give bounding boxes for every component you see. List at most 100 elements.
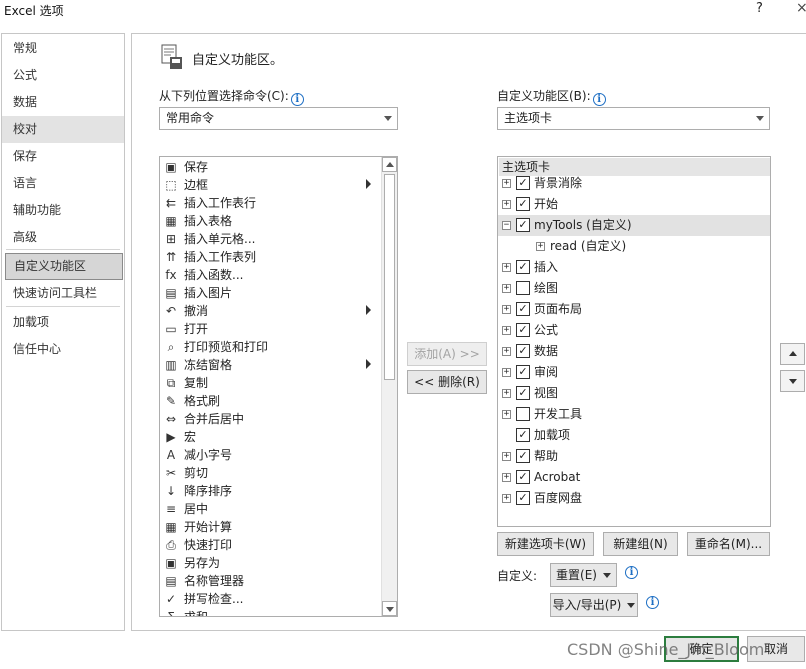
tab-checkbox[interactable] <box>516 407 530 421</box>
add-button[interactable]: 添加(A) >> <box>407 342 487 366</box>
ribbon-tab-item[interactable]: + 绘图 <box>498 278 770 299</box>
scroll-down-icon[interactable] <box>382 601 397 616</box>
tab-checkbox[interactable]: ✓ <box>516 365 530 379</box>
command-item[interactable]: ≡ 居中 <box>160 500 382 518</box>
expand-icon[interactable]: + <box>502 179 511 188</box>
command-item[interactable]: ▦ 开始计算 <box>160 518 382 536</box>
nav-item[interactable]: 数据 <box>2 89 124 116</box>
command-item[interactable]: fx 插入函数... <box>160 266 382 284</box>
info-icon[interactable]: i <box>646 596 659 609</box>
tab-checkbox[interactable]: ✓ <box>516 386 530 400</box>
expand-icon[interactable]: + <box>502 410 511 419</box>
command-item[interactable]: A 减小字号 <box>160 446 382 464</box>
ribbon-tab-item[interactable]: + ✓ 视图 <box>498 383 770 404</box>
command-item[interactable]: ⇇ 插入工作表行 <box>160 194 382 212</box>
ribbon-tab-item[interactable]: + ✓ 百度网盘 <box>498 488 770 509</box>
ribbon-tab-item[interactable]: + ✓ 公式 <box>498 320 770 341</box>
expand-icon[interactable]: + <box>502 494 511 503</box>
expand-icon[interactable]: + <box>502 452 511 461</box>
reset-dropdown-button[interactable]: 重置(E) <box>550 563 617 587</box>
tab-checkbox[interactable]: ✓ <box>516 302 530 316</box>
expand-icon[interactable]: + <box>502 284 511 293</box>
command-item[interactable]: ✎ 格式刷 <box>160 392 382 410</box>
command-item[interactable]: ✂ 剪切 <box>160 464 382 482</box>
expand-icon[interactable]: + <box>536 242 545 251</box>
expand-icon[interactable]: + <box>502 305 511 314</box>
ribbon-tab-item[interactable]: + ✓ 开始 <box>498 194 770 215</box>
tab-checkbox[interactable]: ✓ <box>516 449 530 463</box>
tab-checkbox[interactable]: ✓ <box>516 176 530 190</box>
command-item[interactable]: ⊞ 插入单元格... <box>160 230 382 248</box>
nav-item[interactable]: 保存 <box>2 143 124 170</box>
nav-item[interactable]: 语言 <box>2 170 124 197</box>
command-item[interactable]: ▶ 宏 <box>160 428 382 446</box>
nav-item[interactable]: 常规 <box>2 35 124 62</box>
tab-checkbox[interactable]: ✓ <box>516 428 530 442</box>
tab-checkbox[interactable] <box>516 281 530 295</box>
commands-list[interactable]: ▣ 保存 ⬚ 边框 ⇇ 插入工作表行 ▦ 插入表格 ⊞ 插入单元格... ⇈ 插入工作表列 fx 插入函数… <box>159 156 398 617</box>
command-item[interactable]: ⇔ 合并后居中 <box>160 410 382 428</box>
nav-item[interactable]: 快速访问工具栏 <box>2 280 124 307</box>
nav-item[interactable]: 辅助功能 <box>2 197 124 224</box>
command-item[interactable]: ⬚ 边框 <box>160 176 382 194</box>
tab-checkbox[interactable]: ✓ <box>516 344 530 358</box>
expand-icon[interactable]: + <box>502 347 511 356</box>
nav-item[interactable]: 加载项 <box>2 309 124 336</box>
command-item[interactable]: ✓ 拼写检查... <box>160 590 382 608</box>
command-item[interactable]: ↶ 撤消 <box>160 302 382 320</box>
command-item[interactable]: ⧉ 复制 <box>160 374 382 392</box>
ribbon-tab-item[interactable]: + ✓ 背景消除 <box>498 173 770 194</box>
command-item[interactable]: Σ 求和 <box>160 608 382 616</box>
commands-scrollbar[interactable] <box>381 157 397 616</box>
tab-checkbox[interactable]: ✓ <box>516 491 530 505</box>
ribbon-tabs-dropdown[interactable]: 主选项卡 <box>497 107 770 130</box>
tab-checkbox[interactable]: ✓ <box>516 323 530 337</box>
expand-icon[interactable]: + <box>502 263 511 272</box>
ribbon-tab-item[interactable]: + 开发工具 <box>498 404 770 425</box>
command-item[interactable]: ▣ 另存为 <box>160 554 382 572</box>
nav-item[interactable]: 校对 <box>2 116 124 143</box>
nav-item[interactable]: 高级 <box>2 224 124 251</box>
command-item[interactable]: ⌕ 打印预览和打印 <box>160 338 382 356</box>
expand-icon[interactable]: + <box>502 326 511 335</box>
move-up-button[interactable] <box>780 343 805 365</box>
scroll-thumb[interactable] <box>384 174 395 380</box>
command-item[interactable]: ▥ 冻结窗格 <box>160 356 382 374</box>
ribbon-tab-item[interactable]: ✓ 加载项 <box>498 425 770 446</box>
new-group-button[interactable]: 新建组(N) <box>603 532 678 556</box>
expand-icon[interactable]: + <box>502 389 511 398</box>
command-item[interactable]: ↓ 降序排序 <box>160 482 382 500</box>
info-icon[interactable]: i <box>290 93 304 106</box>
collapse-icon[interactable]: − <box>502 221 511 230</box>
ribbon-tab-item[interactable]: + ✓ Acrobat <box>498 467 770 488</box>
tab-checkbox[interactable]: ✓ <box>516 260 530 274</box>
close-icon[interactable]: × <box>796 0 806 16</box>
nav-item[interactable]: 信任中心 <box>2 336 124 363</box>
tab-checkbox[interactable]: ✓ <box>516 197 530 211</box>
command-item[interactable]: ⇈ 插入工作表列 <box>160 248 382 266</box>
expand-icon[interactable]: + <box>502 200 511 209</box>
move-down-button[interactable] <box>780 370 805 392</box>
info-icon[interactable]: i <box>625 566 638 579</box>
ribbon-tab-item[interactable]: + ✓ 插入 <box>498 257 770 278</box>
command-item[interactable]: ▣ 保存 <box>160 158 382 176</box>
nav-item[interactable]: 自定义功能区 <box>5 253 123 280</box>
remove-button[interactable]: << 删除(R) <box>407 370 487 394</box>
commands-source-dropdown[interactable]: 常用命令 <box>159 107 398 130</box>
help-icon[interactable]: ? <box>756 1 763 16</box>
command-item[interactable]: ⎙ 快速打印 <box>160 536 382 554</box>
ribbon-tab-item[interactable]: + ✓ 数据 <box>498 341 770 362</box>
ribbon-group-item[interactable]: + read (自定义) <box>498 236 770 257</box>
expand-icon[interactable]: + <box>502 473 511 482</box>
ribbon-tree[interactable]: 主选项卡 + ✓ 背景消除 + ✓ 开始 − ✓ myTools (自定义) + read (自定义… <box>497 156 771 527</box>
ribbon-tab-item[interactable]: + ✓ 审阅 <box>498 362 770 383</box>
command-item[interactable]: ▦ 插入表格 <box>160 212 382 230</box>
scroll-up-icon[interactable] <box>382 157 397 172</box>
command-item[interactable]: ▭ 打开 <box>160 320 382 338</box>
command-item[interactable]: ▤ 插入图片 <box>160 284 382 302</box>
info-icon[interactable]: i <box>592 93 606 106</box>
nav-item[interactable]: 公式 <box>2 62 124 89</box>
command-item[interactable]: ▤ 名称管理器 <box>160 572 382 590</box>
expand-icon[interactable]: + <box>502 368 511 377</box>
tab-checkbox[interactable]: ✓ <box>516 218 530 232</box>
